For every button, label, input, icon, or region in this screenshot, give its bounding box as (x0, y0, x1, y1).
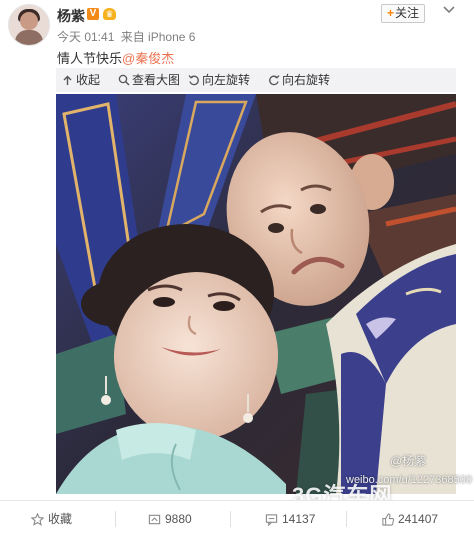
post-source: 来自 iPhone 6 (120, 30, 196, 44)
divider (115, 511, 116, 527)
action-bar: 收藏 9880 14137 241407 (0, 500, 474, 537)
avatar-face (20, 12, 38, 30)
like-icon (382, 513, 394, 526)
rotate-right-label: 向右旋转 (282, 73, 331, 87)
collapse-up-icon (63, 75, 72, 85)
favorite-label: 收藏 (48, 512, 73, 526)
zoom-icon (118, 74, 130, 86)
divider (230, 511, 231, 527)
username[interactable]: 杨紫 (57, 6, 85, 26)
mention-link[interactable]: @秦俊杰 (122, 51, 174, 66)
follow-label: 关注 (395, 6, 420, 20)
selfie-photo-image (56, 94, 456, 494)
rotate-left-icon (188, 75, 199, 86)
rotate-right-icon (269, 75, 280, 86)
weibo-watermark: @杨紫 (390, 454, 427, 468)
post-text: 情人节快乐@秦俊杰 (57, 48, 174, 67)
avatar-body (15, 30, 43, 45)
media-toolbar: 收起 查看大图 向左旋转 向右旋转 (56, 68, 456, 92)
repost-icon (148, 514, 161, 525)
chevron-down-icon[interactable] (441, 4, 457, 16)
star-icon (31, 513, 44, 526)
divider (346, 511, 347, 527)
avatar[interactable] (8, 4, 50, 46)
rotate-left-label: 向左旋转 (202, 73, 251, 87)
post-photo[interactable] (56, 94, 456, 494)
follow-button[interactable]: +关注 (381, 4, 425, 23)
comment-icon (265, 514, 278, 526)
view-large-label: 查看大图 (132, 73, 181, 87)
post-meta: 今天 01:41 来自 iPhone 6 (57, 28, 198, 45)
post-time[interactable]: 今天 01:41 (57, 30, 114, 44)
verified-badge: V (87, 8, 99, 20)
like-count: 241407 (398, 512, 439, 526)
plus-icon: + (386, 6, 394, 20)
collapse-label: 收起 (76, 73, 101, 87)
comment-count: 14137 (282, 512, 316, 526)
weibo-post-card: 杨紫 V ♛ 今天 01:41 来自 iPhone 6 +关注 情人节快乐@秦俊… (0, 0, 474, 537)
post-text-main: 情人节快乐 (57, 51, 123, 66)
vip-badge-icon: ♛ (103, 8, 116, 20)
repost-count: 9880 (165, 512, 192, 526)
